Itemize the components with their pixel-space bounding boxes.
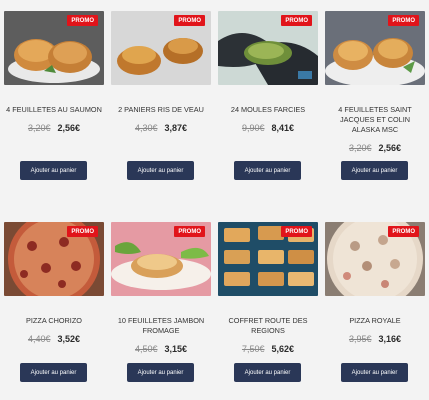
product-prices: 3,20€ 2,56€ (325, 143, 425, 153)
product-name[interactable]: 4 FEUILLETES AU SAUMON (4, 105, 104, 115)
product-name[interactable]: PIZZA CHORIZO (4, 316, 104, 326)
product-image[interactable]: PROMO (111, 222, 211, 296)
product-card: PROMO PIZZA CHORIZO 4,40€ 3,52€ Ajouter a… (4, 222, 104, 382)
product-card: PROMO 10 FEUILLETES JAMBON FROMAGE 4,50€… (111, 222, 211, 382)
product-name[interactable]: PIZZA ROYALE (325, 316, 425, 326)
product-prices: 4,40€ 3,52€ (4, 334, 104, 344)
promo-badge: PROMO (388, 15, 419, 26)
add-to-cart-button[interactable]: Ajouter au panier (341, 161, 408, 180)
product-image[interactable]: PROMO (4, 11, 104, 85)
product-name[interactable]: 4 FEUILLETES SAINT JACQUES ET COLIN ALAS… (325, 105, 425, 135)
promo-badge: PROMO (67, 226, 98, 237)
add-to-cart-button[interactable]: Ajouter au panier (127, 161, 194, 180)
add-to-cart-button[interactable]: Ajouter au panier (20, 161, 87, 180)
sale-price: 3,87€ (164, 123, 188, 133)
product-prices: 3,20€ 2,56€ (4, 123, 104, 133)
old-price: 3,20€ (348, 143, 372, 153)
sale-price: 2,56€ (57, 123, 81, 133)
product-prices: 4,50€ 3,15€ (111, 344, 211, 354)
promo-badge: PROMO (174, 15, 205, 26)
product-prices: 9,90€ 8,41€ (218, 123, 318, 133)
sale-price: 8,41€ (271, 123, 295, 133)
product-image[interactable]: PROMO (111, 11, 211, 85)
product-image[interactable]: PROMO (218, 11, 318, 85)
promo-badge: PROMO (174, 226, 205, 237)
old-price: 4,40€ (27, 334, 51, 344)
product-card: PROMO 4 FEUILLETES SAINT JACQUES ET COLI… (325, 11, 425, 180)
product-name[interactable]: 24 MOULES FARCIES (218, 105, 318, 115)
product-name[interactable]: 10 FEUILLETES JAMBON FROMAGE (111, 316, 211, 336)
old-price: 4,50€ (134, 344, 158, 354)
add-to-cart-button[interactable]: Ajouter au panier (20, 363, 87, 382)
old-price: 3,95€ (348, 334, 372, 344)
product-image[interactable]: PROMO (325, 222, 425, 296)
product-card: PROMO COFFRET ROUTE DES REGIONS 7,50€ 5,6… (218, 222, 318, 382)
product-image[interactable]: PROMO (4, 222, 104, 296)
product-prices: 4,30€ 3,87€ (111, 123, 211, 133)
product-card: PROMO 4 FEUILLETES AU SAUMON 3,20€ 2,56€ … (4, 11, 104, 180)
product-card: PROMO 24 MOULES FARCIES 9,90€ 8,41€ Ajout… (218, 11, 318, 180)
promo-badge: PROMO (67, 15, 98, 26)
old-price: 4,30€ (134, 123, 158, 133)
add-to-cart-button[interactable]: Ajouter au panier (234, 161, 301, 180)
promo-badge: PROMO (281, 15, 312, 26)
sale-price: 3,15€ (164, 344, 188, 354)
old-price: 9,90€ (241, 123, 265, 133)
promo-badge: PROMO (281, 226, 312, 237)
product-name[interactable]: COFFRET ROUTE DES REGIONS (218, 316, 318, 336)
old-price: 7,50€ (241, 344, 265, 354)
add-to-cart-button[interactable]: Ajouter au panier (341, 363, 408, 382)
promo-badge: PROMO (388, 226, 419, 237)
sale-price: 2,56€ (378, 143, 402, 153)
product-name[interactable]: 2 PANIERS RIS DE VEAU (111, 105, 211, 115)
product-card: PROMO PIZZA ROYALE 3,95€ 3,16€ Ajouter au… (325, 222, 425, 382)
product-image[interactable]: PROMO (325, 11, 425, 85)
sale-price: 5,62€ (271, 344, 295, 354)
add-to-cart-button[interactable]: Ajouter au panier (234, 363, 301, 382)
sale-price: 3,16€ (378, 334, 402, 344)
product-card: PROMO 2 PANIERS RIS DE VEAU 4,30€ 3,87€ A… (111, 11, 211, 180)
old-price: 3,20€ (27, 123, 51, 133)
product-image[interactable]: PROMO (218, 222, 318, 296)
sale-price: 3,52€ (57, 334, 81, 344)
add-to-cart-button[interactable]: Ajouter au panier (127, 363, 194, 382)
product-prices: 3,95€ 3,16€ (325, 334, 425, 344)
product-prices: 7,50€ 5,62€ (218, 344, 318, 354)
